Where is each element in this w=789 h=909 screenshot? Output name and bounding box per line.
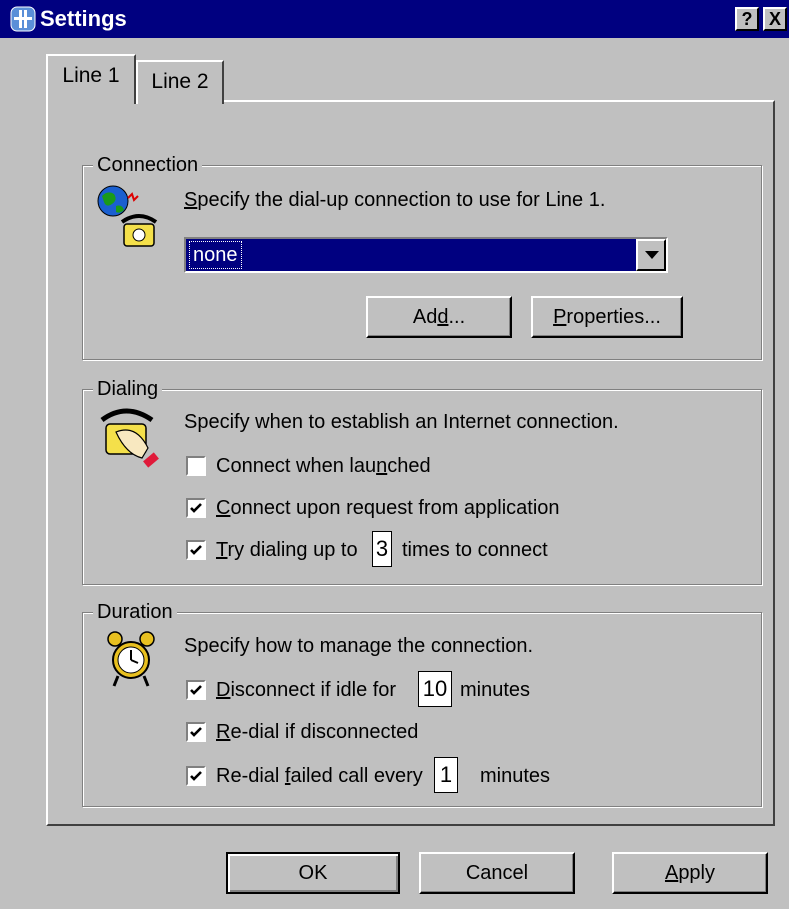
connection-group-label: Connection <box>93 153 203 177</box>
help-button[interactable]: ? <box>735 7 759 31</box>
connect-when-launched-checkbox[interactable] <box>186 456 206 476</box>
try-dialing-label: Try dialing up to <box>216 539 358 561</box>
duration-group-label: Duration <box>93 600 177 624</box>
redial-failed-label: Re-dial failed call every <box>216 765 423 787</box>
duration-description: Specify how to manage the connection. <box>184 635 534 657</box>
dialing-group-label: Dialing <box>93 377 163 401</box>
checkmark-icon <box>190 771 202 781</box>
app-icon <box>10 6 36 32</box>
tab-line-1[interactable]: Line 1 <box>46 54 136 104</box>
dialup-connection-icon <box>97 185 158 247</box>
redial-disconnected-label: Re-dial if disconnected <box>216 721 419 743</box>
ok-button[interactable]: OK <box>226 852 400 894</box>
dropdown-value: none <box>189 241 242 269</box>
properties-button[interactable]: Properties... <box>531 296 683 338</box>
connection-description: Specify the dial-up connection to use fo… <box>184 189 606 211</box>
window-title: Settings <box>40 6 127 31</box>
dialup-connection-dropdown[interactable]: none <box>184 237 668 273</box>
title-bar[interactable]: Settings ? X <box>0 0 789 38</box>
phone-dialing-icon <box>100 408 159 468</box>
idle-minutes-input[interactable]: 10 <box>418 671 452 707</box>
checkmark-icon <box>190 727 202 737</box>
checkmark-icon <box>190 545 202 555</box>
try-dialing-checkbox[interactable] <box>186 540 206 560</box>
redial-failed-row[interactable]: Re-dial failed call every 1 minutes <box>186 757 586 793</box>
redial-disconnected-checkbox[interactable] <box>186 722 206 742</box>
apply-button[interactable]: Apply <box>612 852 768 894</box>
try-dialing-suffix: times to connect <box>402 539 548 561</box>
tab-line-2[interactable]: Line 2 <box>136 60 224 104</box>
redial-interval-input[interactable]: 1 <box>434 757 458 793</box>
disconnect-idle-checkbox[interactable] <box>186 680 206 700</box>
checkmark-icon <box>190 503 202 513</box>
close-button[interactable]: X <box>763 7 787 31</box>
dropdown-arrow-button[interactable] <box>636 239 666 271</box>
redial-failed-checkbox[interactable] <box>186 766 206 786</box>
connect-upon-request-checkbox[interactable] <box>186 498 206 518</box>
redial-interval-suffix: minutes <box>480 765 551 787</box>
add-button[interactable]: Add... <box>366 296 512 338</box>
disconnect-idle-label: Disconnect if idle for <box>216 679 397 701</box>
idle-minutes-suffix: minutes <box>460 679 531 701</box>
disconnect-idle-row[interactable]: Disconnect if idle for 10 minutes <box>186 671 586 707</box>
alarm-clock-icon <box>107 631 155 687</box>
cancel-button[interactable]: Cancel <box>419 852 575 894</box>
dialing-description: Specify when to establish an Internet co… <box>184 411 619 433</box>
connect-upon-request-label: Connect upon request from application <box>216 497 560 519</box>
chevron-down-icon <box>645 251 659 259</box>
checkmark-icon <box>190 685 202 695</box>
connect-when-launched-label: Connect when launched <box>216 455 431 477</box>
dial-attempts-input[interactable]: 3 <box>372 531 392 567</box>
try-dialing-row[interactable]: Try dialing up to 3 times to connect <box>186 531 606 567</box>
